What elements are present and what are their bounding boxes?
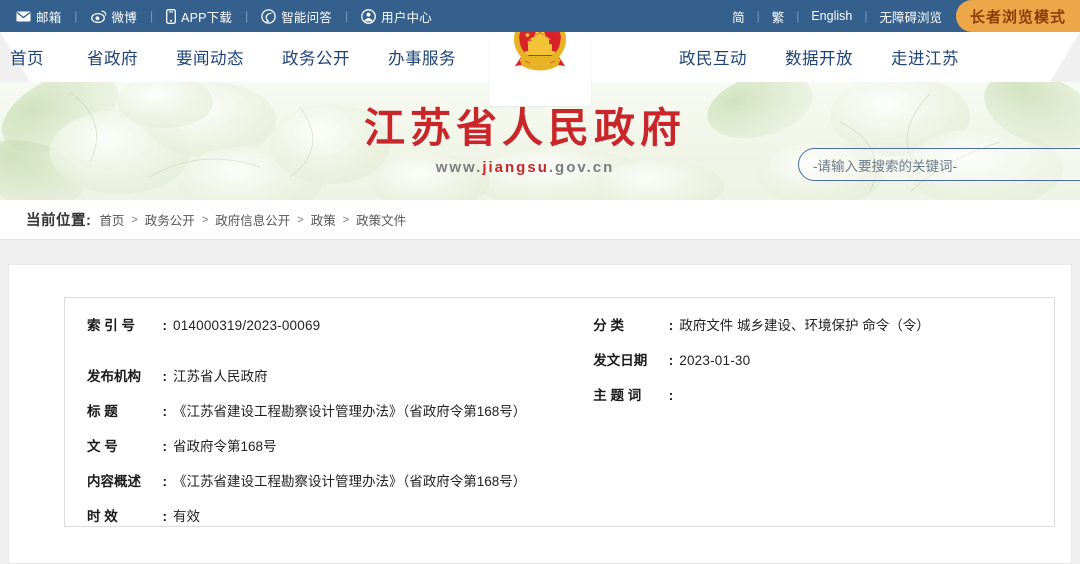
breadcrumb-item-government-affairs[interactable]: 政务公开 (145, 210, 195, 229)
site-title: 江苏省人民政府 (364, 104, 686, 153)
meta-key-text: 索 引 号 (87, 318, 136, 333)
user-icon (361, 8, 376, 24)
mail-icon (16, 11, 31, 22)
meta-row-index-number: 索 引 号: 014000319/2023-00069 (87, 316, 563, 337)
site-url: www.jiangsu.gov.cn (436, 159, 615, 176)
meta-key: 时 效: (87, 507, 167, 528)
breadcrumb-separator: > (131, 213, 138, 226)
lang-traditional[interactable]: 繁 (772, 7, 785, 26)
meta-value-issuing-agency: 江苏省人民政府 (173, 368, 268, 384)
nav-item-government-affairs[interactable]: 政务公开 (263, 45, 369, 69)
meta-key-text: 标 题 (87, 403, 118, 419)
meta-value-issue-date: 2023-01-30 (679, 352, 751, 368)
meta-row-subject-terms: 主 题 词: (593, 386, 1038, 407)
meta-key-text: 内容概述 (87, 473, 141, 489)
nav-item-news[interactable]: 要闻动态 (157, 45, 263, 69)
topbar-right-group: 简 | 繁 | English | 无障碍浏览 长者浏览模式 (732, 0, 1080, 32)
breadcrumb-item-home[interactable]: 首页 (99, 210, 124, 229)
nav-item-open-data[interactable]: 数据开放 (766, 45, 872, 69)
meta-key: 发布机构: (87, 367, 167, 388)
nav-item-into-jiangsu[interactable]: 走进江苏 (872, 45, 978, 69)
breadcrumb-separator: > (297, 213, 304, 226)
breadcrumb-items: 首页 > 政务公开 > 政府信息公开 > 政策 > 政策文件 (99, 210, 406, 229)
meta-key-text: 时 效 (87, 508, 118, 524)
top-utility-bar: 邮箱 | 微博 | APP下载 | 智能问答 | 用户中心 简 | 繁 | En… (0, 0, 1080, 32)
meta-row-summary: 内容概述: 《江苏省建设工程勘察设计管理办法》（省政府令第168号） (87, 472, 563, 493)
meta-key: 分 类: (593, 316, 673, 337)
topbar-separator: | (756, 9, 760, 23)
qa-icon (261, 8, 276, 24)
meta-row-issue-date: 发文日期: 2023-01-30 (593, 351, 1038, 372)
meta-row-validity: 时 效: 有效 (87, 507, 563, 528)
meta-row-category: 分 类: 政府文件 城乡建设、环境保护 命令（令） (593, 316, 1038, 337)
topbar-separator: | (74, 9, 78, 23)
topbar-item-user-center[interactable]: 用户中心 (359, 7, 434, 26)
meta-key-text: 发文日期 (593, 352, 648, 368)
meta-key: 内容概述: (87, 472, 167, 493)
breadcrumb-item-policy-documents[interactable]: 政策文件 (356, 210, 406, 229)
breadcrumb-item-policy[interactable]: 政策 (311, 210, 336, 229)
topbar-item-label: 微博 (111, 10, 137, 25)
meta-value-index-number: 014000319/2023-00069 (173, 318, 321, 333)
meta-key: 主 题 词: (593, 386, 673, 407)
nav-item-provincial-government[interactable]: 省政府 (68, 45, 157, 69)
meta-key: 文 号: (87, 437, 167, 458)
meta-key: 索 引 号: (87, 316, 167, 337)
document-meta-box: 索 引 号: 014000319/2023-00069 发布机构: 江苏省人民政… (64, 297, 1055, 527)
meta-value-title: 《江苏省建设工程勘察设计管理办法》（省政府令第168号） (173, 403, 527, 419)
search-input[interactable]: -请输入要搜索的关键词- (799, 155, 957, 175)
meta-key-text: 文 号 (87, 438, 118, 454)
meta-value-document-number: 省政府令第168号 (173, 438, 277, 454)
topbar-separator: | (864, 9, 868, 23)
page-body: 索 引 号: 014000319/2023-00069 发布机构: 江苏省人民政… (0, 241, 1080, 564)
lang-english[interactable]: English (811, 9, 852, 23)
topbar-item-label: 邮箱 (36, 10, 62, 25)
mobile-icon (166, 8, 177, 24)
meta-key-text: 分 类 (593, 318, 625, 333)
meta-row-title: 标 题: 《江苏省建设工程勘察设计管理办法》（省政府令第168号） (87, 402, 563, 423)
document-meta-left-column: 索 引 号: 014000319/2023-00069 发布机构: 江苏省人民政… (65, 316, 579, 526)
topbar-item-app-download[interactable]: APP下载 (164, 7, 234, 26)
topbar-separator: | (245, 9, 249, 23)
topbar-separator: | (149, 9, 154, 23)
nav-links-right: 政民互动 数据开放 走进江苏 (660, 32, 978, 82)
meta-key: 发文日期: (593, 351, 673, 372)
topbar-item-label: APP下载 (181, 10, 233, 25)
accessibility-browse[interactable]: 无障碍浏览 (879, 7, 942, 26)
nav-links-left: 首页 省政府 要闻动态 政务公开 办事服务 (0, 32, 475, 82)
breadcrumb-label: 当前位置: (26, 213, 92, 229)
topbar-item-label: 智能问答 (281, 10, 333, 25)
meta-value-category: 政府文件 城乡建设、环境保护 命令（令） (679, 318, 930, 333)
meta-key-text: 主 题 词 (593, 387, 642, 403)
topbar-left-group: 邮箱 | 微博 | APP下载 | 智能问答 | 用户中心 (0, 7, 434, 26)
lang-simplified[interactable]: 简 (732, 7, 745, 26)
site-url-suffix: .gov.cn (548, 158, 615, 176)
weibo-icon (90, 10, 107, 23)
nav-item-interaction[interactable]: 政民互动 (660, 45, 766, 69)
topbar-separator: | (796, 9, 800, 23)
breadcrumb-separator: > (201, 213, 209, 226)
breadcrumb-separator: > (342, 213, 350, 226)
site-url-highlight: jiangsu (482, 158, 549, 176)
search-box[interactable]: -请输入要搜索的关键词- (798, 148, 1080, 181)
breadcrumb: 当前位置: 首页 > 政务公开 > 政府信息公开 > 政策 > 政策文件 (0, 200, 1080, 240)
meta-row-document-number: 文 号: 省政府令第168号 (87, 437, 563, 458)
nav-item-services[interactable]: 办事服务 (369, 45, 475, 69)
site-url-prefix: www. (435, 158, 483, 176)
topbar-item-label: 用户中心 (381, 10, 432, 25)
topbar-item-smart-qa[interactable]: 智能问答 (259, 7, 334, 26)
meta-key: 标 题: (87, 402, 167, 423)
topbar-separator: | (345, 9, 349, 23)
meta-value-validity: 有效 (173, 508, 200, 524)
topbar-item-weibo[interactable]: 微博 (89, 7, 139, 26)
meta-row-issuing-agency: 发布机构: 江苏省人民政府 (87, 367, 563, 388)
document-meta-right-column: 分 类: 政府文件 城乡建设、环境保护 命令（令） 发文日期: 2023-01-… (579, 316, 1054, 526)
meta-value-summary: 《江苏省建设工程勘察设计管理办法》（省政府令第168号） (173, 473, 527, 489)
content-card: 索 引 号: 014000319/2023-00069 发布机构: 江苏省人民政… (8, 264, 1072, 564)
topbar-item-mail[interactable]: 邮箱 (14, 7, 63, 26)
elder-mode-button[interactable]: 长者浏览模式 (955, 0, 1080, 32)
meta-key-text: 发布机构 (87, 368, 141, 384)
breadcrumb-item-info-disclosure[interactable]: 政府信息公开 (215, 210, 290, 229)
nav-item-home[interactable]: 首页 (0, 45, 68, 69)
